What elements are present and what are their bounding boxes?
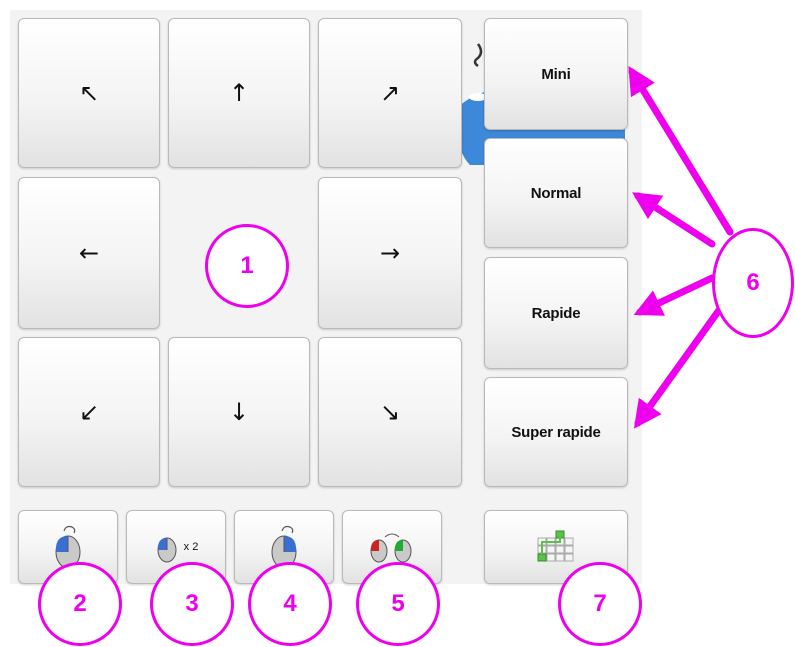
callout-2-label: 2: [73, 590, 87, 617]
callout-4: 4: [248, 562, 332, 646]
arrow-to-rapide: [633, 274, 716, 316]
callout-arrows: [628, 66, 734, 429]
callout-6-label: 6: [746, 269, 760, 296]
callout-4-label: 4: [283, 590, 297, 617]
callout-5-label: 5: [391, 590, 405, 617]
callout-7-label: 7: [593, 590, 607, 617]
arrow-to-mini: [628, 66, 734, 236]
callout-3-label: 3: [185, 590, 199, 617]
callout-1-label: 1: [240, 252, 254, 279]
callout-3: 3: [150, 562, 234, 646]
callout-6: 6: [712, 228, 794, 338]
callout-1: 1: [205, 224, 289, 308]
callout-5: 5: [356, 562, 440, 646]
callout-7: 7: [558, 562, 642, 646]
arrow-to-super-rapide: [633, 302, 726, 429]
callout-2: 2: [38, 562, 122, 646]
arrow-to-normal: [632, 192, 716, 248]
